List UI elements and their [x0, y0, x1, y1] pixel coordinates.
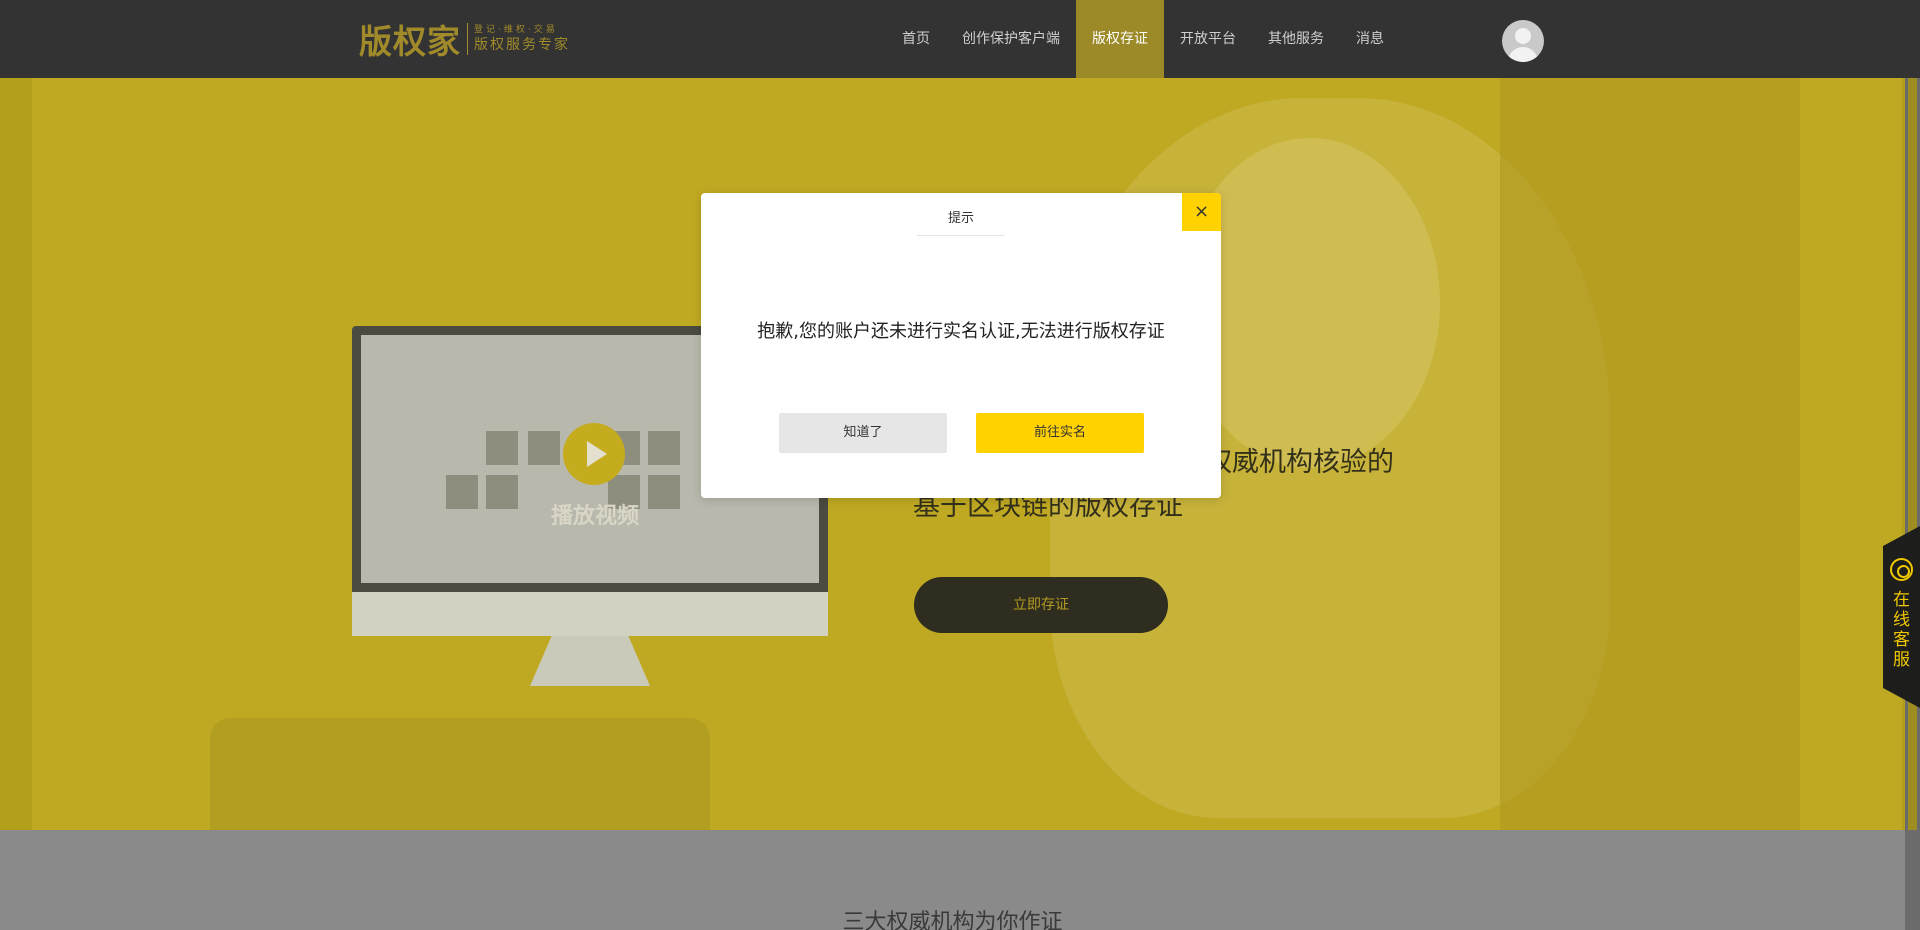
dialog-title: 提示: [947, 211, 974, 226]
logo-divider: [467, 23, 468, 55]
hero-headline-line1: 权威机构核验的: [1205, 447, 1394, 478]
authority-section: 三大权威机构为你作证: [0, 830, 1920, 930]
nav-item-messages[interactable]: 消息: [1340, 0, 1400, 78]
main-nav: 首页 创作保护客户端 版权存证 开放平台 其他服务 消息: [886, 0, 1400, 78]
got-it-button[interactable]: 知道了: [779, 413, 947, 453]
thumbnail: [528, 431, 560, 465]
close-icon[interactable]: ×: [1182, 193, 1221, 231]
dialog-message: 抱歉,您的账户还未进行实名认证,无法进行版权存证: [757, 321, 1165, 342]
thumbnail: [648, 431, 680, 465]
nav-item-copyright-deposit[interactable]: 版权存证: [1076, 0, 1164, 78]
realname-alert-dialog: 提示 × 抱歉,您的账户还未进行实名认证,无法进行版权存证 知道了 前往实名: [701, 193, 1221, 498]
nav-item-home[interactable]: 首页: [886, 0, 946, 78]
avatar-body: [1508, 47, 1538, 62]
go-realname-button[interactable]: 前往实名: [976, 413, 1144, 453]
play-icon[interactable]: [563, 423, 625, 485]
brand-logo[interactable]: 版权家 登记·维权·交易 版权服务专家: [359, 20, 570, 61]
dialog-title-underline: [917, 235, 1005, 236]
nav-item-open-platform[interactable]: 开放平台: [1164, 0, 1252, 78]
deposit-now-button[interactable]: 立即存证: [914, 577, 1168, 633]
scrollbar-thumb[interactable]: [1908, 78, 1917, 830]
logo-tagline-bottom: 版权服务专家: [474, 37, 570, 53]
thumbnail: [446, 475, 478, 509]
page-scrollbar[interactable]: [1905, 78, 1920, 930]
logo-tagline-top: 登记·维权·交易: [474, 25, 558, 35]
logo-tagline: 登记·维权·交易 版权服务专家: [474, 24, 570, 54]
monitor-chin: [352, 592, 828, 636]
nav-item-creation-protection-client[interactable]: 创作保护客户端: [946, 0, 1076, 78]
nav-item-other-services[interactable]: 其他服务: [1252, 0, 1340, 78]
section-title: 三大权威机构为你作证: [842, 910, 1063, 930]
thumbnail: [648, 475, 680, 509]
play-video-label[interactable]: 播放视频: [540, 498, 650, 530]
thumbnail: [486, 475, 518, 509]
user-avatar-icon[interactable]: [1502, 20, 1544, 62]
thumbnail: [486, 431, 518, 465]
logo-text: 版权家: [359, 22, 461, 61]
headset-icon[interactable]: [1890, 558, 1913, 581]
hero-shade: [1500, 78, 1800, 830]
online-service-label[interactable]: 在线客服: [1890, 590, 1913, 670]
avatar-head: [1515, 28, 1531, 44]
hero-sofa: [210, 718, 710, 830]
top-header: 版权家 登记·维权·交易 版权服务专家 首页 创作保护客户端 版权存证 开放平台…: [0, 0, 1920, 78]
